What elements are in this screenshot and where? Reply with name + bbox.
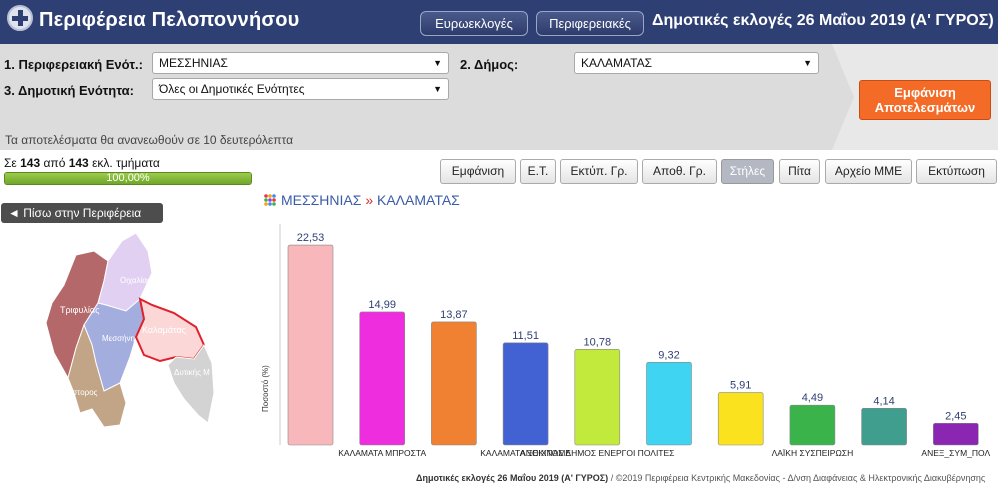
chart-bar-2[interactable] — [431, 321, 477, 446]
regional-elections-button[interactable]: Περιφερειακές — [536, 11, 644, 36]
results-bar-chart: Ποσοστό (%) 22,53 14,99 ΚΑΛΑΜΑΤΑ ΜΠΡΟΣΤΑ 13… — [261, 224, 990, 458]
chart-value-label-9: 2,45 — [945, 410, 966, 422]
tab-2[interactable]: Εκτύπ. Γρ. — [560, 159, 638, 184]
tab-6[interactable]: Αρχείο ΜΜΕ — [825, 159, 912, 184]
breadcrumb-unit[interactable]: ΜΕΣΣΗΝΙΑΣ — [281, 192, 361, 208]
chart-value-label-2: 13,87 — [440, 309, 468, 321]
map-label-trifylia: Τριφυλίας — [60, 305, 100, 315]
greek-emblem-icon — [7, 5, 33, 31]
progress-percent: 100,00% — [106, 172, 150, 184]
back-to-region-button[interactable]: ◄ Πίσω στην Περιφέρεια — [1, 203, 163, 223]
progress-suffix: εκλ. τμήματα — [88, 156, 160, 170]
show-results-line1: Εμφάνιση — [894, 85, 956, 100]
community-select[interactable]: Όλες οι Δημοτικές Ενότητες ▼ — [152, 78, 449, 100]
regional-unit-select[interactable]: ΜΕΣΣΗΝΙΑΣ ▼ — [152, 52, 449, 74]
header-bar: Περιφέρεια Πελοποννήσου Ευρωεκλογές Περι… — [0, 0, 998, 44]
map-label-kalamata: Καλαμάτας — [142, 325, 187, 335]
municipality-label: 2. Δήμος: — [460, 57, 519, 72]
election-subtitle: Δημοτικές εκλογές 26 Μαΐου 2019 (Α' ΓΥΡΟ… — [652, 12, 994, 29]
refresh-note: Τα αποτελέσματα θα ανανεωθούν σε 10 δευτ… — [5, 133, 294, 147]
show-results-line2: Αποτελεσμάτων — [874, 100, 976, 115]
map-label-pylos: - Νέστορος — [58, 388, 98, 397]
map-label-mani: Δυτικής Μ — [174, 368, 210, 377]
chart-category-label-1: ΚΑΛΑΜΑΤΑ ΜΠΡΟΣΤΑ — [338, 448, 426, 458]
chart-bars: 22,5314,99ΚΑΛΑΜΑΤΑ ΜΠΡΟΣΤΑ13,8711,51ΚΑΛΑ… — [279, 224, 990, 458]
tab-4[interactable]: Στήλες — [721, 159, 774, 184]
map-label-messini: Μεσσήνη — [102, 334, 135, 343]
chart-category-label-4: ΑΝΟΙΧΤΟΣ ΔΗΜΟΣ ΕΝΕΡΓΟΙ ΠΟΛΙΤΕΣ — [520, 448, 674, 458]
progress-text: Σε 143 από 143 εκλ. τμήματα — [4, 156, 160, 170]
chart-value-label-5: 9,32 — [658, 349, 679, 361]
chart-category-label-7: ΛΑΪΚΗ ΣΥΣΠΕΙΡΩΣΗ — [772, 448, 854, 458]
chart-bar-6[interactable] — [717, 392, 764, 446]
show-results-button[interactable]: Εμφάνιση Αποτελεσμάτων — [859, 80, 991, 120]
chevron-down-icon: ▼ — [433, 84, 442, 94]
chart-bar-7[interactable] — [789, 404, 836, 446]
tab-5[interactable]: Πίτα — [779, 159, 820, 184]
chart-bar-9[interactable] — [932, 422, 979, 446]
dots-grid-icon — [264, 194, 276, 206]
footer: Δημοτικές εκλογές 26 Μαΐου 2019 (Α' ΓΥΡΟ… — [416, 473, 985, 483]
municipality-value: ΚΑΛΑΜΑΤΑΣ — [581, 56, 652, 70]
filter-panel: 1. Περιφερειακή Ενότ.: ΜΕΣΣΗΝΙΑΣ ▼ 2. Δή… — [0, 44, 998, 150]
community-value: Όλες οι Δημοτικές Ενότητες — [159, 82, 305, 96]
progress-counted: 143 — [20, 156, 41, 170]
chevron-down-icon: ▼ — [433, 58, 442, 68]
chart-category-label-9: ΑΝΕΞ_ΣΥΜ_ΠΟΛ — [921, 448, 990, 458]
chart-value-label-4: 10,78 — [584, 336, 612, 348]
chart-bar-8[interactable] — [861, 407, 907, 446]
chart-value-label-7: 4,49 — [802, 392, 823, 404]
chart-bar-1[interactable] — [359, 311, 405, 446]
map-region-oichalia[interactable] — [97, 233, 153, 312]
progress-middle: από — [40, 156, 69, 170]
tab-0[interactable]: Εμφάνιση — [440, 159, 516, 184]
chart-y-axis-label: Ποσοστό (%) — [261, 365, 270, 412]
breadcrumb-separator: » — [365, 192, 374, 208]
chart-value-label-6: 5,91 — [730, 380, 751, 392]
chart-value-label-0: 22,53 — [297, 232, 325, 244]
community-label: 3. Δημοτική Ενότητα: — [4, 83, 134, 98]
map-label-oichalia: Οιχαλίας — [120, 276, 151, 285]
chart-value-label-3: 11,51 — [512, 330, 539, 342]
chart-bar-4[interactable] — [574, 349, 621, 446]
municipality-select[interactable]: ΚΑΛΑΜΑΤΑΣ ▼ — [574, 52, 819, 74]
page-title: Περιφέρεια Πελοποννήσου — [39, 9, 300, 31]
tab-7[interactable]: Εκτύπωση — [916, 159, 997, 184]
regional-unit-label: 1. Περιφερειακή Ενότ.: — [4, 57, 143, 72]
chart-bar-5[interactable] — [646, 361, 692, 446]
footer-credits: / ©2019 Περιφέρεια Κεντρικής Μακεδονίας … — [608, 473, 986, 483]
breadcrumb: ΜΕΣΣΗΝΙΑΣ » ΚΑΛΑΜΑΤΑΣ — [263, 192, 460, 208]
regional-unit-value: ΜΕΣΣΗΝΙΑΣ — [159, 56, 228, 70]
progress-prefix: Σε — [4, 156, 21, 170]
progress-bar: 100,00% — [4, 172, 252, 185]
messinia-map: Τριφυλίας Οιχαλίας Μεσσήνη Καλαμάτας - Ν… — [45, 233, 215, 428]
breadcrumb-municipality[interactable]: ΚΑΛΑΜΑΤΑΣ — [377, 192, 460, 208]
chart-bar-0[interactable] — [287, 244, 334, 446]
tab-3[interactable]: Αποθ. Γρ. — [642, 159, 717, 184]
chart-bar-3[interactable] — [502, 342, 549, 446]
tab-1[interactable]: Ε.Τ. — [520, 159, 556, 184]
chart-value-label-8: 4,14 — [873, 395, 894, 407]
footer-title: Δημοτικές εκλογές 26 Μαΐου 2019 (Α' ΓΥΡΟ… — [416, 473, 609, 483]
chart-value-label-1: 14,99 — [368, 299, 396, 311]
chevron-down-icon: ▼ — [803, 58, 812, 68]
progress-total: 143 — [68, 156, 89, 170]
euro-elections-button[interactable]: Ευρωεκλογές — [420, 11, 528, 36]
